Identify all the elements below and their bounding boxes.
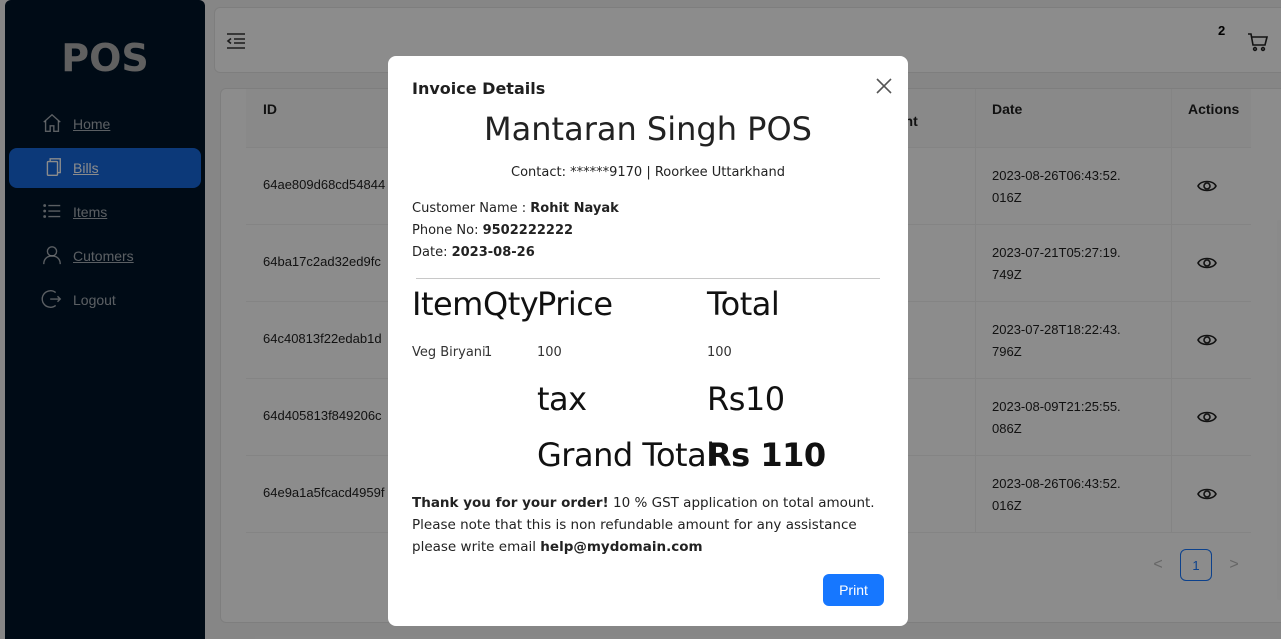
phone-line: Phone No: 9502222222 bbox=[412, 223, 573, 238]
shop-name: Mantaran Singh POS bbox=[484, 110, 812, 148]
customer-name-line: Customer Name : Rohit Nayak bbox=[412, 201, 619, 216]
print-button[interactable]: Print bbox=[823, 574, 884, 606]
thank-you-heading: Thank you for your order! bbox=[412, 495, 609, 511]
phone-label: Phone No: bbox=[412, 223, 483, 238]
invoice-divider bbox=[416, 278, 880, 279]
phone-number: 9502222222 bbox=[482, 223, 574, 238]
date-label: Date: bbox=[412, 245, 452, 260]
header-price: Price bbox=[537, 285, 613, 323]
line-item-total: 100 bbox=[707, 345, 732, 360]
line-item-name: Veg Biryani bbox=[412, 345, 486, 360]
shop-contact: Contact: ******9170 | Roorkee Uttarkhand bbox=[511, 165, 785, 180]
modal-title: Invoice Details bbox=[412, 79, 546, 98]
customer-name-label: Customer Name : bbox=[412, 201, 531, 216]
grand-total-value: Rs 110 bbox=[707, 436, 826, 474]
close-icon[interactable] bbox=[872, 74, 896, 98]
line-item-qty: 1 bbox=[484, 345, 493, 360]
line-item-price: 100 bbox=[537, 345, 562, 360]
customer-name: Rohit Nayak bbox=[530, 201, 619, 216]
header-qty: Qty bbox=[483, 285, 539, 323]
tax-value: Rs10 bbox=[707, 380, 785, 418]
invoice-date: 2023-08-26 bbox=[451, 245, 535, 260]
page-scrollbar[interactable] bbox=[1277, 220, 1281, 600]
header-item: Item bbox=[412, 285, 483, 323]
header-total: Total bbox=[707, 285, 780, 323]
invoice-modal: Invoice Details Mantaran Singh POS Conta… bbox=[388, 56, 908, 626]
thank-you-note: Thank you for your order! 10 % GST appli… bbox=[412, 492, 887, 558]
date-line: Date: 2023-08-26 bbox=[412, 245, 535, 260]
grand-total-label: Grand Total bbox=[537, 436, 715, 474]
support-email: help@mydomain.com bbox=[540, 539, 703, 555]
tax-label: tax bbox=[537, 380, 587, 418]
